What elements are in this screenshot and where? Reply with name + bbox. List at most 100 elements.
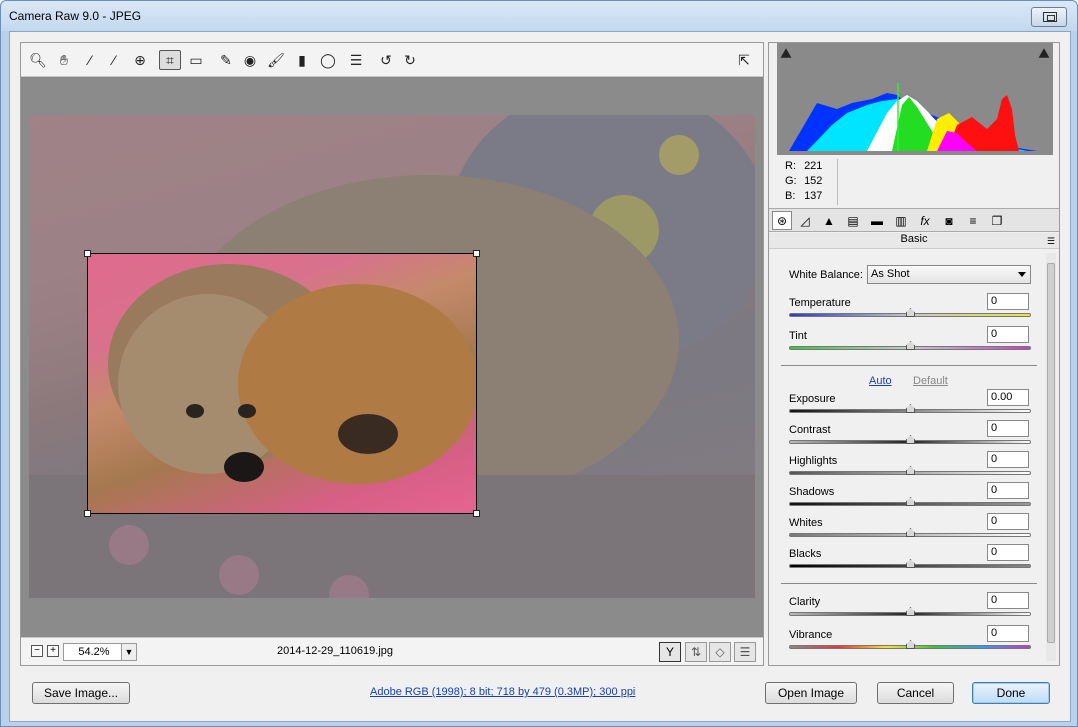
zoom-out-button[interactable]: − — [31, 645, 43, 657]
straighten-tool-icon[interactable]: ▭ — [185, 50, 207, 70]
white-balance-value: As Shot — [871, 268, 910, 280]
whites-value-field[interactable]: 0 — [987, 513, 1029, 530]
slider-whites: Whites 0 — [789, 513, 1033, 547]
tab-basic-icon[interactable]: ⊛ — [772, 211, 792, 230]
fullscreen-icon[interactable]: ⇱ — [733, 50, 755, 70]
scroll-thumb[interactable] — [1047, 263, 1055, 643]
restore-icon — [1043, 12, 1057, 22]
zoom-level-field[interactable]: 54.2% — [63, 643, 125, 661]
panel-menu-icon[interactable]: ☰ — [1047, 236, 1055, 247]
tab-snapshots-icon[interactable]: ❐ — [987, 211, 1007, 230]
slider-highlights: Highlights 0 — [789, 451, 1033, 485]
crop-tool-icon[interactable]: ⌗ — [159, 50, 181, 70]
tab-lens-corrections-icon[interactable]: ▥ — [891, 211, 911, 230]
b-value: 137 — [804, 190, 823, 202]
zoom-in-button[interactable]: + — [47, 645, 59, 657]
shadows-value-field[interactable]: 0 — [987, 482, 1029, 499]
crop-handle-bottom-left[interactable] — [84, 510, 91, 517]
slider-temperature: Temperature 0 — [789, 293, 1033, 327]
title-bar: Camera Raw 9.0 - JPEG — [1, 1, 1077, 31]
sync-icon[interactable]: ⇅ — [685, 642, 707, 662]
panel-scrollbar[interactable] — [1046, 253, 1056, 661]
adjustment-brush-tool-icon[interactable]: 🖌︎ — [265, 50, 287, 70]
slider-blacks: Blacks 0 — [789, 544, 1033, 578]
window-title: Camera Raw 9.0 - JPEG — [9, 9, 142, 23]
contrast-value-field[interactable]: 0 — [987, 420, 1029, 437]
rotate-cw-tool-icon[interactable]: ↻ — [399, 50, 421, 70]
highlights-slider-handle[interactable] — [906, 466, 915, 475]
photo-preview[interactable] — [29, 115, 755, 598]
tint-value-field[interactable]: 0 — [987, 326, 1029, 343]
temperature-value-field[interactable]: 0 — [987, 293, 1029, 310]
preview-canvas[interactable] — [21, 78, 763, 638]
chevron-down-icon — [1018, 272, 1026, 277]
tool-bar: 🔍︎ ✋︎ ⁄ ⁄ ⊕ ⌗ ▭ ✎ ◉ 🖌︎ ▮ ◯ ☰ ↺ ↻ ⇱ — [21, 43, 763, 77]
white-balance-tool-icon[interactable]: ⁄ — [79, 50, 101, 70]
white-balance-select[interactable]: As Shot — [867, 265, 1031, 284]
zoom-tool-icon[interactable]: 🔍︎ — [27, 50, 49, 70]
funnel-icon[interactable]: Y — [659, 642, 681, 662]
slider-shadows: Shadows 0 — [789, 482, 1033, 516]
crop-handle-top-right[interactable] — [473, 250, 480, 257]
crop-handle-top-left[interactable] — [84, 250, 91, 257]
tint-slider-handle[interactable] — [906, 341, 915, 350]
preferences-tool-icon[interactable]: ☰ — [345, 50, 367, 70]
hand-tool-icon[interactable]: ✋︎ — [53, 50, 75, 70]
tab-detail-icon[interactable]: ▲ — [819, 211, 839, 230]
done-button[interactable]: Done — [972, 682, 1050, 704]
whites-slider-handle[interactable] — [906, 528, 915, 537]
blacks-value-field[interactable]: 0 — [987, 544, 1029, 561]
highlights-value-field[interactable]: 0 — [987, 451, 1029, 468]
before-after-icon[interactable]: ◇ — [709, 642, 731, 662]
white-balance-label: White Balance: — [789, 269, 863, 281]
targeted-adjustment-tool-icon[interactable]: ⊕ — [129, 50, 151, 70]
slider-vibrance: Vibrance 0 — [789, 625, 1033, 659]
exposure-value-field[interactable]: 0.00 — [987, 389, 1029, 406]
blacks-slider-handle[interactable] — [906, 559, 915, 568]
rotate-ccw-tool-icon[interactable]: ↺ — [375, 50, 397, 70]
clarity-value-field[interactable]: 0 — [987, 592, 1029, 609]
panel-title: Basic — [769, 233, 1059, 249]
workflow-options-link[interactable]: Adobe RGB (1998); 8 bit; 718 by 479 (0.3… — [370, 686, 635, 698]
divider-2 — [781, 583, 1037, 584]
open-image-button[interactable]: Open Image — [765, 682, 857, 704]
whites-label: Whites — [789, 517, 823, 529]
vibrance-value-field[interactable]: 0 — [987, 625, 1029, 642]
tab-effects-icon[interactable]: fx — [915, 211, 935, 230]
g-value: 152 — [804, 175, 823, 187]
default-link[interactable]: Default — [913, 375, 948, 387]
zoom-dropdown-button[interactable]: ▼ — [121, 643, 137, 661]
divider-1 — [781, 365, 1037, 366]
save-image-button[interactable]: Save Image... — [32, 682, 130, 704]
radial-filter-tool-icon[interactable]: ◯ — [317, 50, 339, 70]
exposure-slider-handle[interactable] — [906, 404, 915, 413]
shadows-slider-handle[interactable] — [906, 497, 915, 506]
contrast-label: Contrast — [789, 424, 831, 436]
graduated-filter-tool-icon[interactable]: ▮ — [291, 50, 313, 70]
color-sampler-tool-icon[interactable]: ⁄ — [103, 50, 125, 70]
settings-list-icon[interactable]: ☰ — [734, 642, 756, 662]
crop-handle-bottom-right[interactable] — [473, 510, 480, 517]
crop-rectangle[interactable] — [87, 253, 477, 514]
clarity-label: Clarity — [789, 596, 821, 608]
slider-tint: Tint 0 — [789, 326, 1033, 360]
b-label: B: — [785, 190, 796, 202]
contrast-slider-handle[interactable] — [906, 435, 915, 444]
highlights-label: Highlights — [789, 455, 838, 467]
tab-camera-calibration-icon[interactable]: ◙ — [939, 211, 959, 230]
rgb-readout: R: 221 G: 152 B: 137 — [785, 159, 822, 204]
clarity-slider-handle[interactable] — [906, 607, 915, 616]
red-eye-tool-icon[interactable]: ◉ — [239, 50, 261, 70]
spot-removal-tool-icon[interactable]: ✎ — [215, 50, 237, 70]
temperature-slider-handle[interactable] — [906, 308, 915, 317]
tab-presets-icon[interactable]: ≡ — [963, 211, 983, 230]
auto-link[interactable]: Auto — [869, 375, 892, 387]
tab-split-toning-icon[interactable]: ▬ — [867, 211, 887, 230]
slider-clarity: Clarity 0 — [789, 592, 1033, 626]
tab-tone-curve-icon[interactable]: ◿ — [795, 211, 815, 230]
adjustments-panel: R: 221 G: 152 B: 137 ⊛ ◿ ▲ ▤ ▬ ▥ fx ◙ ≡ … — [768, 42, 1060, 666]
vibrance-slider-handle[interactable] — [906, 640, 915, 649]
tab-hsl-icon[interactable]: ▤ — [843, 211, 863, 230]
cancel-button[interactable]: Cancel — [877, 682, 954, 704]
restore-button[interactable] — [1031, 7, 1067, 27]
